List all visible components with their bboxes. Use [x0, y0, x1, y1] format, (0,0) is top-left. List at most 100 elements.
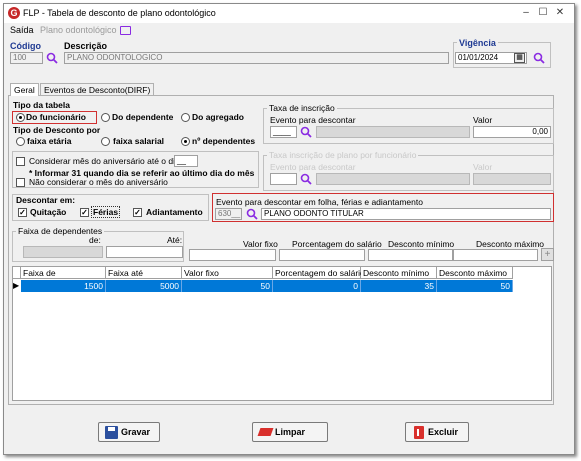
- save-icon: [105, 426, 118, 439]
- taxa-valor-input[interactable]: 0,00: [473, 126, 551, 138]
- tab-geral[interactable]: Geral: [10, 83, 39, 96]
- gravar-button[interactable]: Gravar: [98, 422, 160, 442]
- taxa2-evento-code-input[interactable]: [270, 173, 297, 185]
- add-faixa-button[interactable]: +: [541, 248, 554, 261]
- quitacao-label: Quitação: [30, 207, 67, 217]
- taxa2-valor-label: Valor: [473, 162, 493, 172]
- do-funcionario-label: Do funcionário: [26, 112, 86, 122]
- tipo-tabela-label: Tipo da tabela: [13, 100, 70, 110]
- considerar-aniversario-label: Considerar mês do aniversário até o dia: [29, 156, 180, 166]
- search-evento-folha-icon[interactable]: [246, 208, 258, 220]
- col-header-porcentagem[interactable]: Porcentagem do salário: [273, 267, 365, 279]
- radio-do-agregado[interactable]: [181, 113, 190, 122]
- radio-faixa-salarial[interactable]: [101, 137, 110, 146]
- faixa-etaria-label: faixa etária: [27, 136, 72, 146]
- calendar-icon[interactable]: ▦: [514, 53, 525, 63]
- radio-faixa-etaria[interactable]: [16, 137, 25, 146]
- faixa-ate-input[interactable]: [106, 246, 183, 258]
- considerar-aniversario-checkbox[interactable]: [16, 157, 25, 166]
- col-header-faixa-ate[interactable]: Faixa até: [106, 267, 182, 279]
- search-taxa-evento-icon[interactable]: [300, 126, 312, 138]
- taxa2-valor-input[interactable]: [473, 173, 551, 185]
- desconto-maximo-label: Desconto máximo: [476, 239, 545, 249]
- menu-plano-odontologico[interactable]: Plano odontológico: [40, 25, 117, 35]
- taxa-evento-desc: [316, 126, 470, 138]
- valor-fixo-input[interactable]: [189, 249, 276, 261]
- desconto-minimo-label: Desconto mínimo: [388, 239, 455, 249]
- menu-bar: Saída Plano odontológico: [4, 23, 574, 38]
- col-header-faixa-de[interactable]: Faixa de: [21, 267, 106, 279]
- table-cell-desconto-minimo[interactable]: 35: [361, 280, 437, 292]
- descricao-label: Descrição: [64, 41, 108, 51]
- limpar-button[interactable]: Limpar: [252, 422, 328, 442]
- ferias-label: Férias: [91, 206, 121, 218]
- aniversario-dia-input[interactable]: __: [174, 155, 198, 167]
- menu-saida[interactable]: Saída: [10, 25, 34, 35]
- radio-n-dependentes[interactable]: [181, 137, 190, 146]
- tipo-desconto-label: Tipo de Desconto por: [13, 125, 101, 135]
- faixas-table: Faixa de Faixa até Valor fixo Porcentage…: [12, 266, 552, 401]
- trash-icon: [414, 426, 424, 439]
- descontar-label: Descontar em:: [16, 195, 76, 205]
- do-agregado-label: Do agregado: [192, 112, 244, 122]
- row-indicator-icon: ▶: [13, 281, 20, 290]
- quitacao-checkbox[interactable]: ✓: [18, 208, 27, 217]
- taxa-evento-code-input[interactable]: ____: [270, 126, 297, 138]
- radio-do-dependente[interactable]: [101, 113, 110, 122]
- ferias-checkbox[interactable]: ✓: [80, 208, 89, 217]
- limpar-label: Limpar: [275, 427, 306, 437]
- nao-considerar-aniversario-checkbox[interactable]: [16, 178, 25, 187]
- evento-folha-label: Evento para descontar em folha, férias e…: [216, 197, 423, 207]
- n-dependentes-label: nº dependentes: [192, 136, 256, 146]
- search-taxa2-evento-icon[interactable]: [300, 173, 312, 185]
- faixa-salarial-label: faixa salarial: [113, 136, 165, 146]
- taxa2-evento-desc: [316, 173, 470, 185]
- desconto-minimo-input[interactable]: [368, 249, 453, 261]
- vigencia-label: Vigência: [457, 38, 498, 48]
- taxa-evento-label: Evento para descontar: [270, 115, 356, 125]
- codigo-input[interactable]: 100: [10, 52, 43, 64]
- nao-considerar-aniversario-label: Não considerar o mês do aniversário: [29, 177, 168, 187]
- search-codigo-icon[interactable]: [46, 52, 58, 64]
- excluir-button[interactable]: Excluir: [405, 422, 469, 442]
- faixa-ate-label: Até:: [167, 235, 183, 245]
- codigo-label: Código: [10, 41, 41, 51]
- adiantamento-checkbox[interactable]: ✓: [133, 208, 142, 217]
- table-cell-faixa-de[interactable]: 1500: [21, 280, 106, 292]
- adiantamento-label: Adiantamento: [146, 207, 203, 217]
- col-header-desconto-maximo[interactable]: Desconto máximo: [437, 267, 513, 279]
- table-cell-faixa-ate[interactable]: 5000: [106, 280, 182, 292]
- descricao-input[interactable]: PLANO ODONTOLOGICO: [64, 52, 449, 64]
- table-cell-porcentagem[interactable]: 0: [273, 280, 361, 292]
- radio-do-funcionario[interactable]: [16, 113, 25, 122]
- porcentagem-input[interactable]: [279, 249, 365, 261]
- eraser-icon: [257, 428, 274, 436]
- app-logo-icon: G: [8, 7, 20, 19]
- excluir-label: Excluir: [428, 427, 459, 437]
- taxa-funcionario-label: Taxa inscrição de plano por funcionário: [267, 150, 419, 160]
- table-cell-desconto-maximo[interactable]: 50: [437, 280, 513, 292]
- faixa-de-input[interactable]: [23, 246, 103, 258]
- table-cell-valor-fixo[interactable]: 50: [182, 280, 273, 292]
- minimize-button[interactable]: –: [519, 6, 533, 19]
- table-corner: [13, 267, 21, 279]
- title-bar: G FLP - Tabela de desconto de plano odon…: [4, 4, 574, 23]
- do-dependente-label: Do dependente: [112, 112, 174, 122]
- close-button[interactable]: ✕: [553, 6, 567, 19]
- desconto-maximo-input[interactable]: [453, 249, 538, 261]
- valor-fixo-label: Valor fixo: [243, 239, 278, 249]
- taxa2-evento-label: Evento para descontar: [270, 162, 356, 172]
- gravar-label: Gravar: [121, 427, 151, 437]
- screen-icon[interactable]: [120, 26, 131, 35]
- tab-panel-geral: Tipo da tabela Do funcionário Do depende…: [8, 95, 554, 405]
- window-title: FLP - Tabela de desconto de plano odonto…: [23, 8, 216, 18]
- maximize-button[interactable]: ☐: [536, 6, 550, 19]
- search-vigencia-icon[interactable]: [533, 52, 545, 64]
- col-header-desconto-minimo[interactable]: Desconto mínimo: [361, 267, 437, 279]
- evento-folha-desc: PLANO ODONTO TITULAR: [261, 208, 551, 220]
- col-header-valor-fixo[interactable]: Valor fixo: [182, 267, 273, 279]
- faixa-de-label: de:: [89, 235, 101, 245]
- main-window: G FLP - Tabela de desconto de plano odon…: [3, 3, 575, 455]
- taxa-valor-label: Valor: [473, 115, 493, 125]
- evento-folha-code-input[interactable]: 630__: [215, 208, 242, 220]
